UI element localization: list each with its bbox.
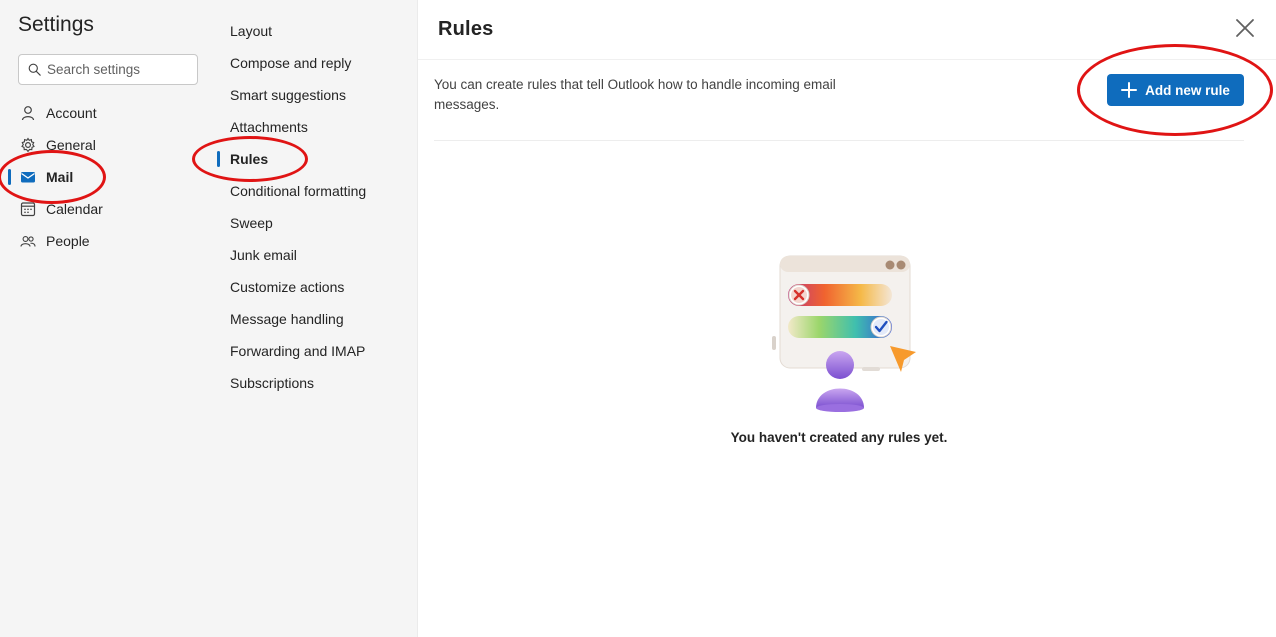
menu-item-smart-suggestions[interactable]: Smart suggestions: [217, 79, 417, 111]
nav-item-label: Calendar: [46, 201, 103, 217]
menu-item-label: Layout: [230, 23, 273, 39]
nav-item-label: People: [46, 233, 90, 249]
menu-item-label: Junk email: [230, 247, 297, 263]
empty-state-message: You haven't created any rules yet.: [730, 430, 948, 445]
menu-item-label: Smart suggestions: [230, 87, 346, 103]
nav-item-label: Mail: [46, 169, 74, 185]
mail-settings-menu: Layout Compose and reply Smart suggestio…: [217, 0, 418, 637]
menu-item-junk-email[interactable]: Junk email: [217, 239, 417, 271]
search-settings-input[interactable]: [47, 62, 187, 77]
menu-item-forwarding-and-imap[interactable]: Forwarding and IMAP: [217, 335, 417, 367]
search-settings-box[interactable]: [18, 54, 198, 85]
settings-nav: Settings Account General Mail Calendar: [0, 0, 217, 637]
active-indicator: [217, 151, 220, 167]
menu-item-message-handling[interactable]: Message handling: [217, 303, 417, 335]
nav-item-mail[interactable]: Mail: [0, 161, 217, 193]
mail-icon: [20, 169, 36, 185]
nav-item-label: General: [46, 137, 96, 153]
close-button[interactable]: [1233, 16, 1257, 40]
add-new-rule-label: Add new rule: [1145, 82, 1230, 98]
menu-item-conditional-formatting[interactable]: Conditional formatting: [217, 175, 417, 207]
add-new-rule-button[interactable]: Add new rule: [1107, 74, 1244, 106]
nav-item-label: Account: [46, 105, 97, 121]
page-title: Rules: [438, 18, 494, 40]
rules-pane: Rules You can create rules that tell Out…: [418, 0, 1276, 637]
menu-item-rules[interactable]: Rules: [217, 143, 417, 175]
content-divider: [434, 140, 1244, 141]
plus-icon: [1121, 82, 1138, 98]
menu-item-label: Rules: [230, 151, 269, 167]
menu-item-sweep[interactable]: Sweep: [217, 207, 417, 239]
close-icon: [1236, 19, 1254, 37]
header-divider: [418, 59, 1276, 60]
menu-item-label: Conditional formatting: [230, 183, 367, 199]
menu-item-label: Customize actions: [230, 279, 345, 295]
people-icon: [20, 233, 36, 249]
menu-item-customize-actions[interactable]: Customize actions: [217, 271, 417, 303]
menu-item-attachments[interactable]: Attachments: [217, 111, 417, 143]
menu-item-label: Sweep: [230, 215, 273, 231]
menu-item-label: Forwarding and IMAP: [230, 343, 366, 359]
menu-item-label: Attachments: [230, 119, 308, 135]
menu-item-compose-and-reply[interactable]: Compose and reply: [217, 47, 417, 79]
menu-item-subscriptions[interactable]: Subscriptions: [217, 367, 417, 399]
menu-item-label: Compose and reply: [230, 55, 352, 71]
calendar-icon: [20, 201, 36, 217]
menu-item-layout[interactable]: Layout: [217, 15, 417, 47]
nav-item-general[interactable]: General: [0, 129, 217, 161]
person-icon: [20, 105, 36, 121]
nav-item-account[interactable]: Account: [0, 97, 217, 129]
menu-item-label: Subscriptions: [230, 375, 315, 391]
settings-title: Settings: [18, 13, 94, 36]
nav-item-calendar[interactable]: Calendar: [0, 193, 217, 225]
empty-rules-illustration: [772, 255, 916, 412]
active-indicator: [8, 169, 11, 185]
search-icon: [28, 63, 41, 76]
menu-item-label: Message handling: [230, 311, 344, 327]
gear-icon: [20, 137, 36, 153]
rules-description: You can create rules that tell Outlook h…: [434, 77, 836, 112]
nav-item-people[interactable]: People: [0, 225, 217, 257]
